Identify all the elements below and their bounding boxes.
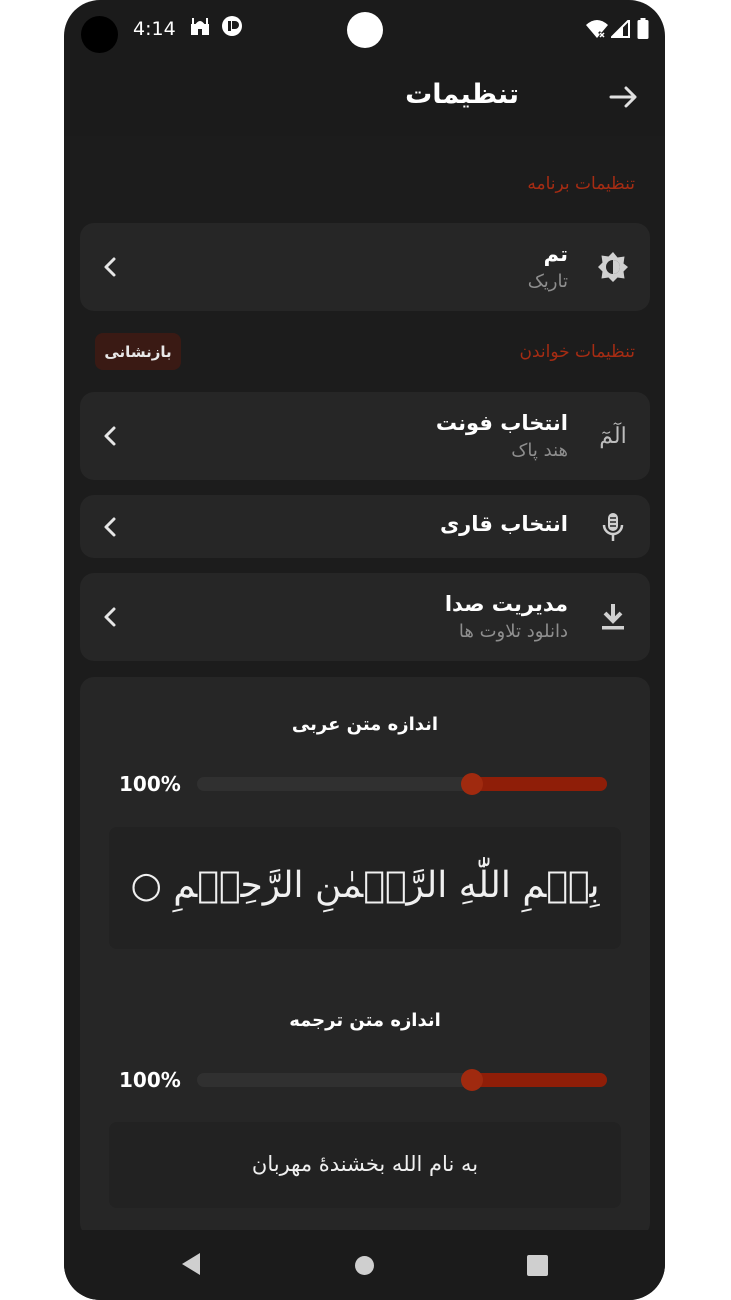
system-icons — [585, 18, 655, 40]
nav-home-icon[interactable] — [355, 1256, 374, 1275]
font-value: هند پاک — [511, 440, 568, 461]
reciter-setting-item[interactable]: انتخاب قاری — [80, 495, 650, 558]
arabic-slider-fill — [461, 777, 607, 791]
translation-preview-box: به نام الله بخشندۀ مهربان — [109, 1122, 621, 1208]
page-title: تنظیمات — [405, 79, 519, 110]
theme-title: تم — [543, 242, 568, 266]
chevron-left-icon — [102, 256, 118, 278]
translation-slider-fill — [461, 1073, 607, 1087]
audio-title: مدیریت صدا — [444, 592, 568, 616]
chevron-left-icon — [102, 516, 118, 538]
chevron-left-icon — [102, 425, 118, 447]
settings-content: تنظیمات برنامه تم تاریک تنظیمات خواندن ب… — [64, 136, 665, 1237]
font-title: انتخاب فونت — [435, 411, 568, 435]
font-setting-item[interactable]: الٓمٓ انتخاب فونت هند پاک — [80, 392, 650, 480]
translation-preview-text: به نام الله بخشندۀ مهربان — [251, 1152, 479, 1176]
arabic-size-percent: 100% — [119, 772, 181, 796]
mosque-icon — [189, 15, 211, 41]
wifi-icon — [586, 20, 608, 39]
battery-icon — [637, 18, 649, 39]
arabic-size-slider[interactable] — [197, 773, 607, 795]
navigation-bar — [64, 1230, 665, 1300]
text-size-card: اندازه متن عربی 100% بِسۡمِ اللّٰهِ الرَ… — [80, 677, 650, 1237]
section-app-settings: تنظیمات برنامه — [527, 174, 635, 194]
translation-slider-thumb[interactable] — [460, 1069, 483, 1091]
nav-back-icon[interactable] — [180, 1251, 202, 1281]
translation-size-slider[interactable] — [197, 1069, 607, 1091]
signal-icon — [611, 20, 630, 38]
microphone-icon — [596, 510, 630, 544]
theme-setting-item[interactable]: تم تاریک — [80, 223, 650, 311]
reciter-title: انتخاب قاری — [439, 512, 568, 536]
front-camera — [347, 12, 383, 48]
camera-cutout — [81, 16, 118, 53]
status-time: 4:14 — [133, 18, 176, 40]
translation-size-label: اندازه متن ترجمه — [289, 1010, 441, 1031]
arabic-preview-text: بِسۡمِ اللّٰهِ الرَّحۡمٰنِ الرَّحِيۡمِ ○ — [130, 865, 600, 906]
font-badge-icon — [221, 15, 243, 41]
chevron-left-icon — [102, 606, 118, 628]
download-icon — [596, 600, 630, 634]
section-reading-settings: تنظیمات خواندن — [519, 342, 635, 362]
audio-setting-item[interactable]: مدیریت صدا دانلود تلاوت ها — [80, 573, 650, 661]
nav-recents-icon[interactable] — [527, 1255, 548, 1276]
phone-screen: 4:14 تنظیمات تنظیمات برنامه تم تاریک تنظ… — [64, 0, 665, 1300]
translation-size-percent: 100% — [119, 1068, 181, 1092]
reset-button[interactable]: بازنشانی — [95, 333, 181, 370]
arabic-preview-box: بِسۡمِ اللّٰهِ الرَّحۡمٰنِ الرَّحِيۡمِ ○ — [109, 827, 621, 949]
app-bar: تنظیمات — [64, 60, 665, 136]
arabic-size-label: اندازه متن عربی — [291, 714, 439, 735]
brightness-icon — [596, 250, 630, 284]
status-bar: 4:14 — [64, 0, 665, 60]
audio-subtitle: دانلود تلاوت ها — [458, 621, 568, 642]
arrow-right-icon[interactable] — [609, 82, 639, 112]
alm-icon: الٓمٓ — [599, 423, 627, 449]
arabic-slider-thumb[interactable] — [460, 773, 483, 795]
theme-value: تاریک — [527, 271, 568, 292]
